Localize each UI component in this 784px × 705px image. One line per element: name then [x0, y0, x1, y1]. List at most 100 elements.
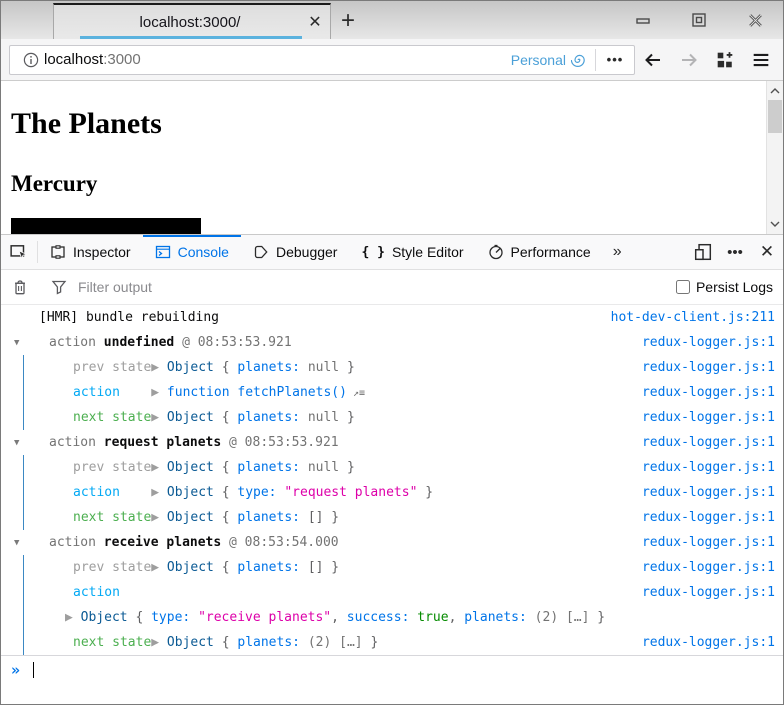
console-token[interactable]: ▶ [65, 610, 81, 625]
scrollbar-thumb[interactable] [768, 100, 782, 133]
container-indicator: Personal [511, 52, 595, 68]
console-token[interactable]: ▶ [151, 360, 167, 375]
page-actions-button[interactable]: ••• [596, 52, 634, 67]
group-rail [23, 405, 24, 430]
console-token: Object [167, 360, 214, 375]
forward-button[interactable] [671, 42, 707, 78]
scroll-up-icon[interactable] [767, 83, 783, 99]
console-message: action▶ Object { type: "request planets"… [73, 485, 632, 500]
tab-style-editor[interactable]: { } Style Editor [349, 235, 475, 269]
source-link[interactable]: redux-logger.js:1 [632, 410, 775, 425]
back-icon [643, 50, 663, 70]
mercury-image [11, 218, 201, 234]
tab-inspector[interactable]: Inspector [38, 235, 143, 269]
console-token: (2) […] [527, 610, 590, 625]
console-token: planets: [237, 510, 300, 525]
page-scrollbar[interactable] [766, 81, 783, 234]
source-link[interactable]: redux-logger.js:1 [632, 585, 775, 600]
scroll-down-icon[interactable] [767, 216, 783, 232]
tab-close-icon[interactable]: ✕ [300, 7, 330, 37]
console-token: request planets [104, 435, 221, 450]
source-link[interactable]: redux-logger.js:1 [632, 385, 775, 400]
active-tab-indicator [80, 36, 302, 39]
back-button[interactable] [635, 42, 671, 78]
console-token: "receive planets" [190, 610, 331, 625]
source-link[interactable]: redux-logger.js:1 [632, 360, 775, 375]
source-link[interactable]: redux-logger.js:1 [632, 535, 775, 550]
persist-logs-control[interactable]: Persist Logs [676, 279, 783, 295]
filter-icon [40, 279, 78, 295]
tabs-overflow-button[interactable]: » [603, 235, 632, 269]
console-token[interactable]: ▶ [151, 635, 167, 650]
tab-debugger[interactable]: Debugger [241, 235, 350, 269]
url-bar[interactable]: localhost:3000 Personal ••• [9, 45, 635, 75]
site-info-icon[interactable] [18, 52, 44, 68]
console-token: planets: [237, 460, 300, 475]
page-title: The Planets [11, 107, 759, 141]
console-token: planets: [237, 560, 300, 575]
console-token: , [331, 610, 347, 625]
source-link[interactable]: redux-logger.js:1 [632, 435, 775, 450]
menu-button[interactable] [743, 42, 779, 78]
console-token: type: [151, 610, 190, 625]
expand-twisty-icon[interactable]: ▼ [14, 538, 19, 548]
console-row: next state▶ Object { planets: [] }redux-… [1, 505, 783, 530]
console-toolbar: Persist Logs [1, 270, 783, 305]
persist-logs-checkbox[interactable] [676, 280, 690, 294]
console-token: "request planets" [277, 485, 418, 500]
minimize-button[interactable] [615, 1, 671, 39]
console-token: [HMR] bundle rebuilding [39, 310, 219, 325]
source-link[interactable]: redux-logger.js:1 [632, 635, 775, 650]
devtools-options-button[interactable]: ••• [719, 235, 751, 269]
source-link[interactable]: redux-logger.js:1 [632, 485, 775, 500]
console-token[interactable]: ▶ [151, 560, 167, 575]
clear-console-button[interactable] [1, 270, 39, 304]
console-message: [HMR] bundle rebuilding [39, 310, 601, 325]
planet-name-heading: Mercury [11, 171, 759, 197]
tab-console[interactable]: Console [143, 235, 241, 269]
console-token[interactable]: ▶ [151, 460, 167, 475]
console-input-row[interactable]: » [1, 655, 783, 683]
browser-tab[interactable]: localhost:3000/ ✕ [53, 3, 331, 39]
trash-icon [12, 279, 28, 296]
console-token: function fetchPlanets() [167, 385, 347, 400]
console-token[interactable]: ▶ [151, 485, 167, 500]
expand-twisty-icon[interactable]: ▼ [14, 438, 19, 448]
extension-grid-button[interactable] [707, 42, 743, 78]
console-token: } [363, 635, 379, 650]
restore-button[interactable] [671, 1, 727, 39]
tab-performance[interactable]: Performance [476, 235, 603, 269]
console-message: prev state▶ Object { planets: null } [73, 460, 632, 475]
source-link[interactable]: redux-logger.js:1 [632, 560, 775, 575]
expand-twisty-icon[interactable]: ▼ [14, 338, 19, 348]
console-row: next state▶ Object { planets: (2) […] }r… [1, 630, 783, 655]
responsive-mode-button[interactable] [687, 235, 719, 269]
filter-output-input[interactable] [78, 279, 676, 295]
console-token[interactable]: ▶ [151, 385, 167, 400]
close-window-button[interactable] [727, 1, 783, 39]
console-token[interactable]: ▶ [151, 410, 167, 425]
group-rail [23, 480, 24, 505]
console-token: next state [73, 510, 151, 525]
source-link[interactable]: redux-logger.js:1 [632, 460, 775, 475]
console-prompt-icon: » [11, 661, 20, 679]
console-row: [HMR] bundle rebuilding hot-dev-client.js… [1, 305, 783, 330]
console-token[interactable]: ▶ [151, 510, 167, 525]
source-link[interactable]: redux-logger.js:1 [632, 335, 775, 350]
source-link[interactable]: hot-dev-client.js:211 [601, 310, 775, 325]
console-messages: [HMR] bundle rebuilding hot-dev-client.js… [1, 305, 783, 655]
group-rail [23, 630, 24, 655]
container-label: Personal [511, 52, 566, 68]
console-row: action▶ function fetchPlanets() ↗≡redux-… [1, 380, 783, 405]
close-devtools-button[interactable]: ✕ [751, 235, 783, 269]
console-token: Object [167, 635, 214, 650]
new-tab-button[interactable]: + [331, 4, 365, 38]
console-message: action request planets @ 08:53:53.921 [49, 435, 632, 450]
titlebar: localhost:3000/ ✕ + [1, 1, 783, 39]
console-token: @ 08:53:53.921 [221, 435, 338, 450]
console-token: @ 08:53:54.000 [221, 535, 338, 550]
console-row: prev state▶ Object { planets: null }redu… [1, 455, 783, 480]
console-token: [] } [300, 510, 339, 525]
pick-element-button[interactable] [1, 235, 37, 269]
source-link[interactable]: redux-logger.js:1 [632, 510, 775, 525]
